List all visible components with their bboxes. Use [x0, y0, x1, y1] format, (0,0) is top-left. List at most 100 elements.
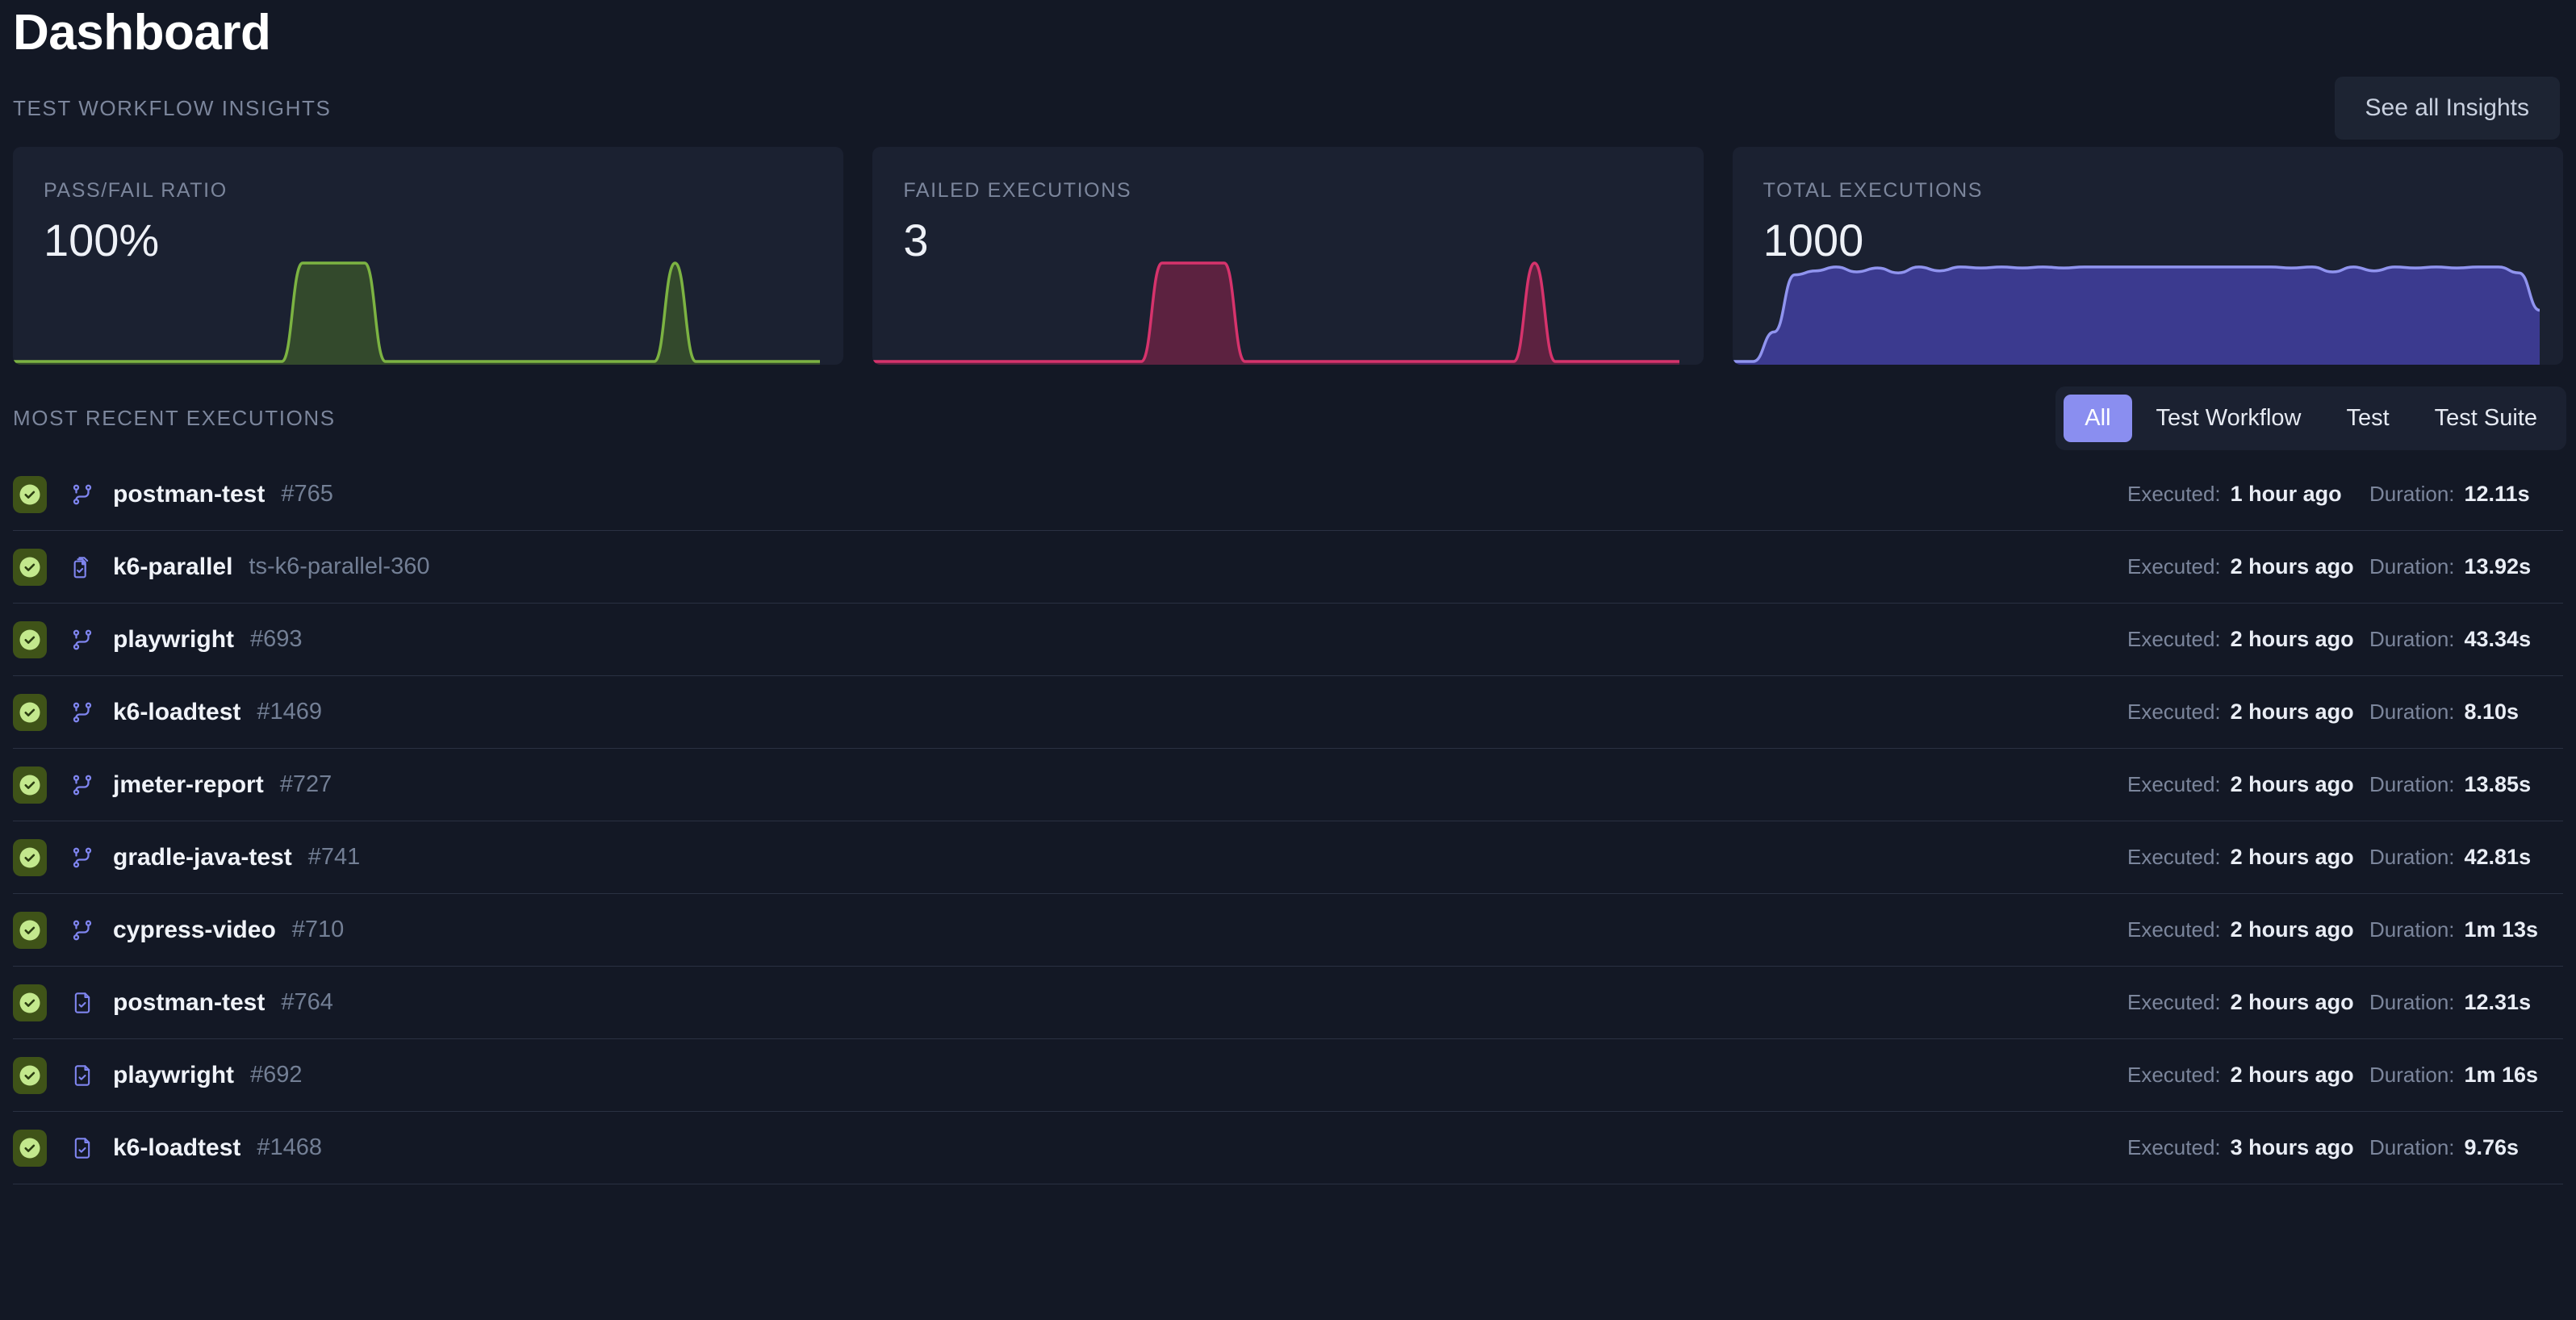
executed-value: 2 hours ago	[2231, 990, 2354, 1015]
duration-meta: Duration: 13.92s	[2369, 554, 2563, 579]
insight-card-label: TOTAL EXECUTIONS	[1763, 179, 1983, 203]
executed-meta: Executed: 2 hours ago	[2127, 554, 2369, 579]
dashboard-page: Dashboard TEST WORKFLOW INSIGHTS See all…	[0, 0, 2576, 1317]
duration-value: 12.11s	[2465, 482, 2530, 507]
duration-label: Duration:	[2369, 482, 2455, 507]
duration-meta: Duration:1m 13s	[2369, 917, 2563, 942]
duration-label: Duration:	[2369, 772, 2455, 797]
execution-row[interactable]: k6-loadtest #1469 Executed: 2 hours ago Dura…	[13, 676, 2563, 749]
executed-meta: Executed: 2 hours ago	[2127, 917, 2369, 942]
insight-card[interactable]: PASS/FAIL RATIO100%	[13, 147, 843, 365]
duration-value: 8.10s	[2465, 700, 2520, 725]
execution-name: postman-test	[113, 989, 265, 1017]
execution-type-tabs: AllTest WorkflowTestTest Suite	[2055, 386, 2566, 450]
tab-test-workflow[interactable]: Test Workflow	[2135, 395, 2323, 442]
duration-value: 42.81s	[2465, 845, 2532, 870]
executions-list: postman-test#765Executed:1 hour agoDurat…	[8, 458, 2568, 1184]
duration-label: Duration:	[2369, 917, 2455, 942]
executed-meta: Executed: 3 hours ago	[2127, 1135, 2369, 1160]
execution-row[interactable]: k6-loadtest #1468 Executed: 3 hours ago Dura…	[13, 1112, 2563, 1184]
tab-test[interactable]: Test	[2325, 395, 2410, 442]
status-passed-icon	[13, 476, 47, 513]
duration-label: Duration:	[2369, 845, 2455, 870]
status-passed-icon	[13, 839, 47, 876]
executions-section-header: MOST RECENT EXECUTIONS AllTest WorkflowT…	[8, 378, 2568, 458]
execution-row[interactable]: playwright#692Executed:2 hours agoDurati…	[13, 1039, 2563, 1112]
execution-ref: #1469	[257, 699, 322, 725]
execution-name: postman-test	[113, 481, 265, 508]
execution-name: cypress-video	[113, 917, 276, 944]
execution-row[interactable]: postman-test#765Executed:1 hour agoDurat…	[13, 458, 2563, 531]
executed-value: 3 hours ago	[2231, 1135, 2354, 1160]
duration-meta: Duration:1m 16s	[2369, 1063, 2563, 1088]
test-icon	[65, 989, 100, 1017]
insight-card[interactable]: TOTAL EXECUTIONS1000	[1733, 147, 2563, 365]
execution-ref: ts-k6-parallel-360	[249, 553, 429, 580]
test-icon	[65, 1134, 100, 1162]
test-icon	[65, 1062, 100, 1089]
tab-test-suite[interactable]: Test Suite	[2414, 395, 2558, 442]
execution-name: playwright	[113, 626, 234, 654]
duration-label: Duration:	[2369, 700, 2455, 725]
executed-label: Executed:	[2127, 700, 2221, 725]
duration-value: 13.92s	[2465, 554, 2532, 579]
execution-row[interactable]: postman-test#764Executed:2 hours agoDura…	[13, 967, 2563, 1039]
executed-value: 2 hours ago	[2231, 917, 2354, 942]
executed-label: Executed:	[2127, 990, 2221, 1015]
executed-label: Executed:	[2127, 554, 2221, 579]
insight-card[interactable]: FAILED EXECUTIONS3	[872, 147, 1703, 365]
executed-value: 2 hours ago	[2231, 554, 2354, 579]
execution-row[interactable]: gradle-java-test#741Executed:2 hours ago…	[13, 821, 2563, 894]
duration-label: Duration:	[2369, 1135, 2455, 1160]
executed-meta: Executed:2 hours ago	[2127, 627, 2369, 652]
executed-meta: Executed: 2 hours ago	[2127, 990, 2369, 1015]
duration-value: 12.31s	[2465, 990, 2532, 1015]
execution-ref: #727	[280, 771, 332, 798]
executed-meta: Executed:2 hours ago	[2127, 1063, 2369, 1088]
duration-label: Duration:	[2369, 1063, 2455, 1088]
execution-row[interactable]: k6-parallelts-k6-parallel-360Executed:2 …	[13, 531, 2563, 604]
duration-meta: Duration:43.34s	[2369, 627, 2563, 652]
see-all-insights-button[interactable]: See all Insights	[2335, 77, 2560, 140]
executed-value: 1 hour ago	[2231, 482, 2342, 507]
executions-section-label: MOST RECENT EXECUTIONS	[13, 406, 336, 431]
insights-section-header: TEST WORKFLOW INSIGHTS See all Insights	[8, 69, 2568, 147]
executed-label: Executed:	[2127, 917, 2221, 942]
execution-name: gradle-java-test	[113, 844, 292, 871]
execution-name: k6-loadtest	[113, 1134, 240, 1162]
test-workflow-icon	[65, 481, 100, 508]
executed-meta: Executed:2 hours ago	[2127, 845, 2369, 870]
insight-card-label: FAILED EXECUTIONS	[903, 179, 1131, 203]
executed-meta: Executed:1 hour ago	[2127, 482, 2369, 507]
execution-row[interactable]: playwright#693Executed:2 hours agoDurati…	[13, 604, 2563, 676]
duration-meta: Duration: 13.85s	[2369, 772, 2563, 797]
status-passed-icon	[13, 1057, 47, 1094]
execution-ref: #1468	[257, 1134, 322, 1161]
duration-meta: Duration:12.31s	[2369, 990, 2563, 1015]
executed-label: Executed:	[2127, 1135, 2221, 1160]
executed-value: 2 hours ago	[2231, 772, 2354, 797]
duration-meta: Duration: 12.11s	[2369, 482, 2563, 507]
execution-name: jmeter-report	[113, 771, 264, 799]
execution-row[interactable]: cypress-video#710Executed:2 hours agoDur…	[13, 894, 2563, 967]
execution-row[interactable]: jmeter-report #727 Executed:2 hours agoDur…	[13, 749, 2563, 821]
execution-name: k6-loadtest	[113, 699, 240, 726]
status-passed-icon	[13, 694, 47, 731]
status-passed-icon	[13, 984, 47, 1021]
tab-all[interactable]: All	[2064, 395, 2131, 442]
duration-meta: Duration: 8.10s	[2369, 700, 2563, 725]
executed-label: Executed:	[2127, 1063, 2221, 1088]
status-passed-icon	[13, 1130, 47, 1167]
execution-name: playwright	[113, 1062, 234, 1089]
executed-value: 2 hours ago	[2231, 700, 2354, 725]
status-passed-icon	[13, 621, 47, 658]
executed-meta: Executed:2 hours ago	[2127, 772, 2369, 797]
test-workflow-icon	[65, 699, 100, 726]
duration-meta: Duration: 42.81s	[2369, 845, 2563, 870]
executed-meta: Executed: 2 hours ago	[2127, 700, 2369, 725]
duration-value: 13.85s	[2465, 772, 2532, 797]
executed-label: Executed:	[2127, 627, 2221, 652]
executed-label: Executed:	[2127, 845, 2221, 870]
duration-value: 43.34s	[2465, 627, 2532, 652]
duration-label: Duration:	[2369, 554, 2455, 579]
